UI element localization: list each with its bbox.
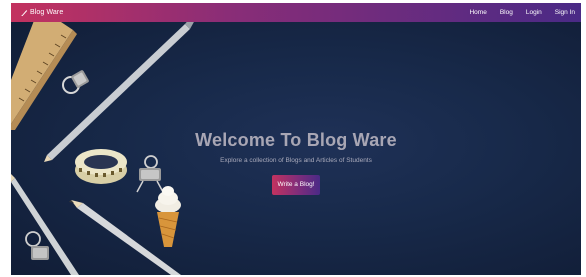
nav-link-sign-in[interactable]: Sign In [555,9,575,16]
browser-viewport: Blog Ware Home Blog Login Sign In Welcom… [11,3,581,275]
hero-section: Welcome To Blog Ware Explore a collectio… [11,22,581,275]
binder-clip-illustration [62,70,89,94]
hero-content: Welcome To Blog Ware Explore a collectio… [11,129,581,195]
brand-name: Blog Ware [30,9,64,16]
hero-title: Welcome To Blog Ware [195,130,397,150]
nav-links: Home Blog Login Sign In [456,9,575,16]
navbar: Blog Ware Home Blog Login Sign In [11,3,581,22]
nav-link-blog[interactable]: Blog [500,9,513,16]
brand[interactable]: Blog Ware [20,8,63,17]
ice-cream-eraser-illustration [155,186,181,247]
ruler-illustration [11,22,77,130]
hero-subtitle: Explore a collection of Blogs and Articl… [220,157,372,164]
nav-link-login[interactable]: Login [526,9,542,16]
nav-link-home[interactable]: Home [469,9,486,16]
pen-nib-icon [21,10,28,17]
binder-clip-illustration [25,231,49,260]
write-blog-button[interactable]: Write a Blog! [272,175,320,195]
